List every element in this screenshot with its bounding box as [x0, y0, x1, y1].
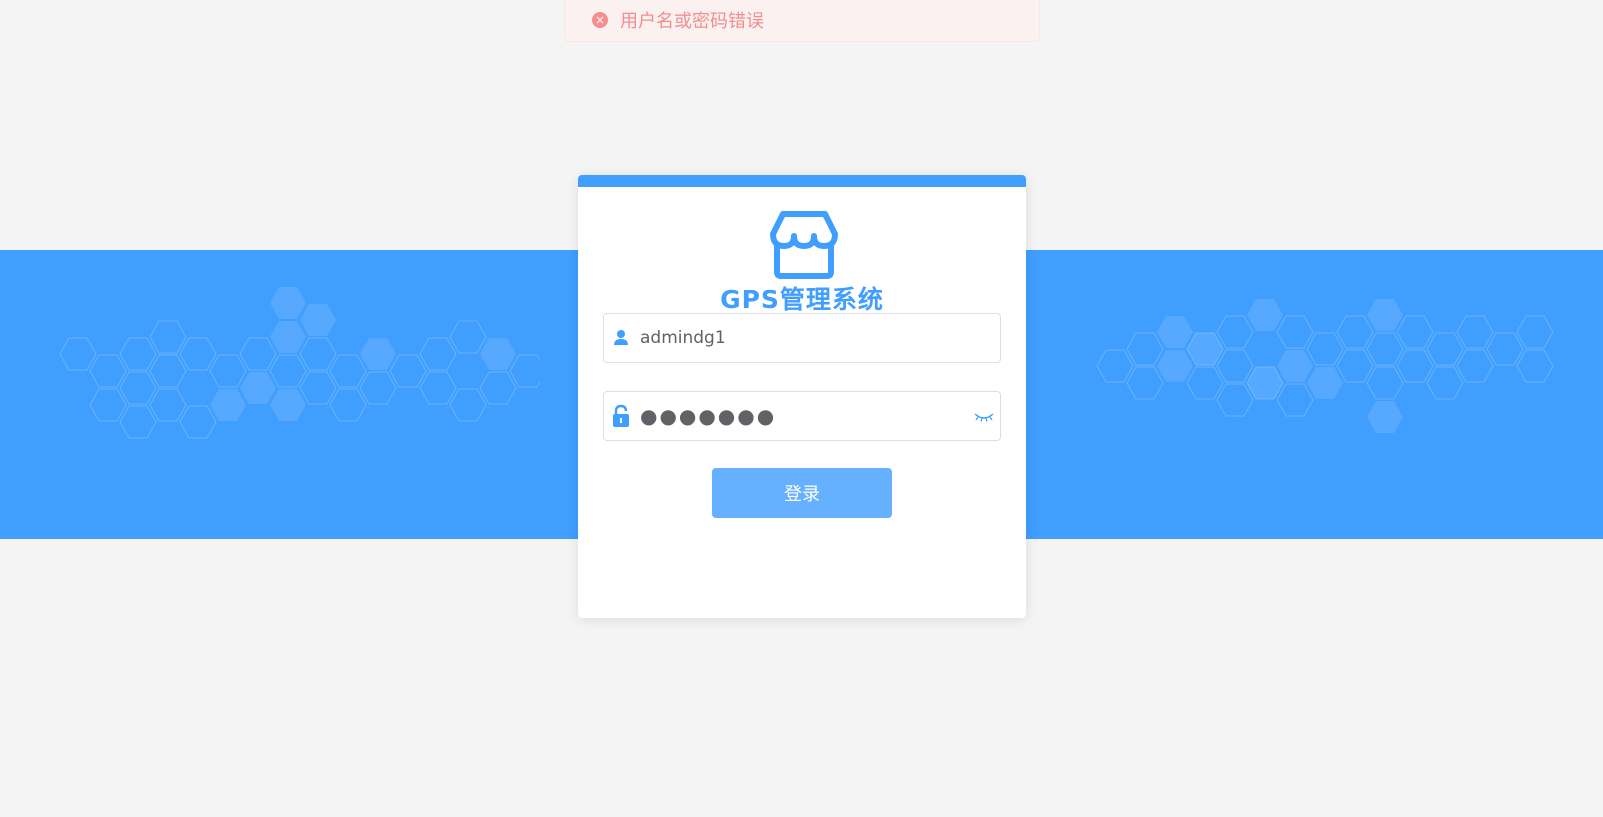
password-input[interactable]: [640, 392, 960, 440]
user-icon: [614, 330, 628, 345]
login-page: × 用户名或密码错误 GPS管理系统 admindg1 ●●●●●●● 登录: [0, 0, 1603, 817]
error-message: 用户名或密码错误: [620, 10, 764, 32]
card-accent-bar: [578, 175, 1026, 187]
username-input[interactable]: [640, 314, 960, 362]
hexagon-pattern-right: [1096, 299, 1554, 433]
lock-icon: [613, 404, 629, 427]
login-button[interactable]: 登录: [712, 468, 892, 518]
app-title: GPS管理系统: [720, 285, 884, 314]
error-toast: × 用户名或密码错误: [564, 0, 1040, 42]
close-circle-icon: ×: [592, 11, 608, 28]
hexagon-pattern-left: [59, 287, 540, 439]
eye-closed-icon[interactable]: [974, 408, 994, 424]
store-icon: [770, 211, 838, 279]
username-field[interactable]: [603, 313, 1001, 363]
password-field[interactable]: [603, 391, 1001, 441]
login-card: GPS管理系统 登录: [578, 175, 1026, 618]
